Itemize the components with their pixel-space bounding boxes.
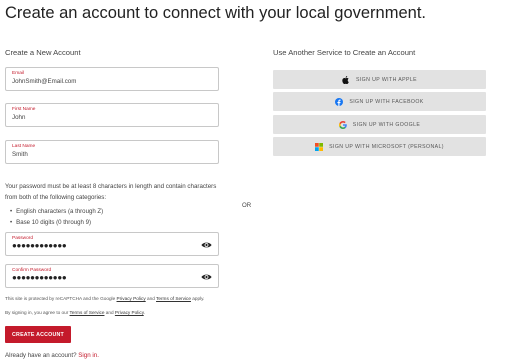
password-rules-list: English characters (a through Z) Base 10… [10, 206, 103, 228]
google-privacy-link[interactable]: Privacy Policy [117, 296, 146, 301]
first-name-field[interactable]: First Name John [5, 103, 219, 127]
show-password-icon[interactable] [201, 240, 212, 250]
sign-up-microsoft-button[interactable]: SIGN UP WITH MICROSOFT (PERSONAL) [273, 137, 486, 156]
show-confirm-password-icon[interactable] [201, 272, 212, 282]
sign-up-google-button[interactable]: SIGN UP WITH GOOGLE [273, 115, 486, 134]
recaptcha-and: and [145, 296, 157, 301]
apple-icon [342, 75, 350, 84]
already-text: Already have an account? [5, 352, 79, 359]
consent-text: By signing in, you agree to our [5, 310, 70, 315]
password-rule: Base 10 digits (0 through 9) [10, 217, 103, 228]
or-divider: OR [242, 202, 252, 209]
last-name-field[interactable]: Last Name Smith [5, 140, 219, 164]
microsoft-icon [315, 142, 324, 151]
facebook-icon [335, 97, 344, 106]
privacy-policy-link[interactable]: Privacy Policy [115, 310, 144, 315]
consent-after: . [143, 310, 146, 315]
email-value: JohnSmith@Email.com [12, 78, 77, 85]
sign-in-link[interactable]: Sign in. [78, 352, 99, 359]
recaptcha-after: apply. [190, 296, 205, 301]
create-account-button[interactable]: CREATE ACCOUNT [5, 326, 71, 343]
password-requirements: Your password must be at least 8 charact… [5, 183, 217, 201]
email-field[interactable]: Email JohnSmith@Email.com [5, 67, 219, 91]
google-terms-link[interactable]: Terms of Service [156, 296, 191, 301]
recaptcha-notice: This site is protected by reCAPTCHA and … [5, 296, 204, 301]
first-name-value: John [12, 114, 26, 121]
sign-up-facebook-button[interactable]: SIGN UP WITH FACEBOOK [273, 92, 486, 111]
email-label: Email [12, 71, 24, 76]
password-field[interactable]: Password ●●●●●●●●●●●● [5, 232, 219, 256]
create-account-title: Create a New Account [5, 48, 81, 57]
password-value: ●●●●●●●●●●●● [12, 241, 67, 250]
last-name-label: Last Name [12, 144, 36, 149]
terms-of-service-link[interactable]: Terms of Service [70, 310, 105, 315]
last-name-value: Smith [12, 151, 28, 158]
sign-up-apple-button[interactable]: SIGN UP WITH APPLE [273, 70, 486, 89]
confirm-password-field[interactable]: Confirm Password ●●●●●●●●●●●● [5, 264, 219, 288]
consent-and: and [104, 310, 115, 315]
facebook-button-label: SIGN UP WITH FACEBOOK [349, 98, 424, 105]
google-button-label: SIGN UP WITH GOOGLE [352, 121, 421, 128]
page-title: Create an account to connect with your l… [5, 4, 426, 22]
google-icon [338, 120, 347, 129]
recaptcha-text: This site is protected by reCAPTCHA and … [5, 296, 117, 301]
sign-in-prompt: Already have an account? Sign in. [5, 352, 99, 359]
microsoft-button-label: SIGN UP WITH MICROSOFT (PERSONAL) [329, 143, 444, 150]
consent-notice: By signing in, you agree to our Terms of… [5, 310, 145, 315]
other-service-title: Use Another Service to Create an Account [273, 48, 416, 57]
confirm-password-value: ●●●●●●●●●●●● [12, 273, 67, 282]
password-rule: English characters (a through Z) [10, 206, 103, 217]
first-name-label: First Name [12, 107, 36, 112]
apple-button-label: SIGN UP WITH APPLE [355, 76, 417, 83]
